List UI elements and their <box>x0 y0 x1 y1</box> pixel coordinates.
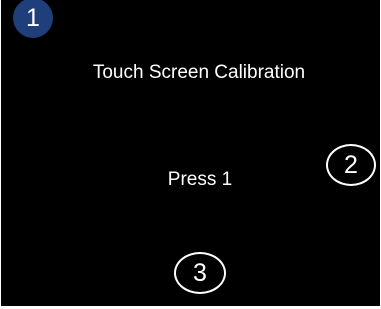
calibration-title: Touch Screen Calibration <box>92 62 306 83</box>
calibration-screen[interactable]: 1 Touch Screen Calibration 2 Press 1 3 <box>1 0 380 306</box>
calibration-target-1[interactable]: 1 <box>13 0 53 38</box>
calibration-prompt: Press 1 <box>167 169 233 190</box>
calibration-target-3[interactable]: 3 <box>174 252 226 294</box>
